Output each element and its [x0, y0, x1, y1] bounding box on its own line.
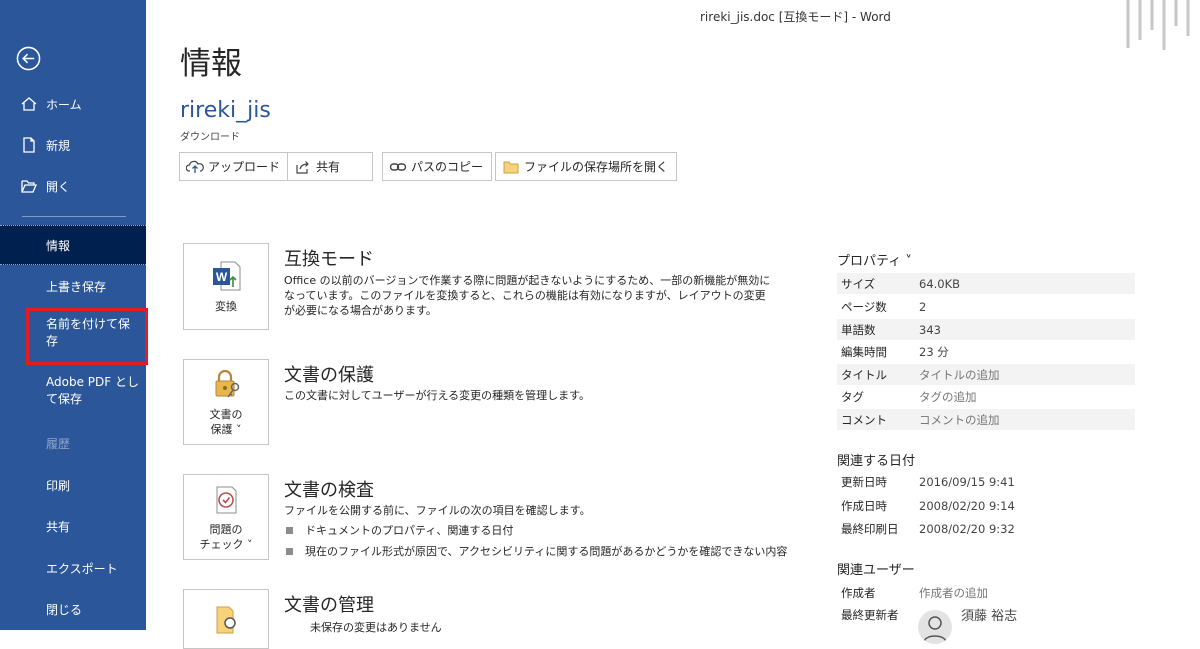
- property-edit-time: 編集時間 23 分: [841, 344, 949, 359]
- sidebar-item-label: 新規: [46, 138, 71, 153]
- sidebar-item-print[interactable]: 印刷: [0, 465, 146, 505]
- window-title: rireki_jis.doc [互換モード] - Word: [700, 10, 891, 24]
- open-location-button[interactable]: ファイルの保存場所を開く: [495, 152, 678, 181]
- manage-document-title: 文書の管理: [284, 595, 374, 616]
- link-icon: [389, 159, 407, 175]
- document-name: rireki_jis: [180, 98, 271, 123]
- date-created: 作成日時 2008/02/20 9:14: [841, 498, 1015, 513]
- share-button[interactable]: 共有: [287, 152, 373, 181]
- share-icon: [294, 159, 312, 175]
- sidebar-item-share[interactable]: 共有: [0, 506, 146, 546]
- inspect-document-icon: [216, 486, 237, 514]
- back-arrow-icon[interactable]: [16, 46, 41, 71]
- protect-document-title: 文書の保護: [284, 365, 374, 386]
- sidebar-item-new[interactable]: 新規: [0, 125, 146, 165]
- sidebar-item-label: 上書き保存: [46, 279, 107, 294]
- inspect-document-title: 文書の検査: [284, 480, 374, 501]
- folder-icon: [502, 159, 520, 175]
- compat-mode-title: 互換モード: [284, 249, 374, 270]
- sidebar-item-save-as-pdf[interactable]: Adobe PDF とし て保存: [0, 374, 146, 422]
- protect-label-line1: 文書の: [209, 408, 243, 421]
- sidebar-item-label: 共有: [46, 519, 71, 534]
- compat-mode-description: Office の以前のバージョンで作業する際に問題が起きないようにするため、一部…: [284, 274, 771, 317]
- home-icon: [20, 95, 38, 113]
- related-users-heading: 関連ユーザー: [837, 563, 915, 578]
- avatar: [918, 610, 952, 644]
- check-label-line1: 問題の: [209, 523, 243, 536]
- property-comments[interactable]: コメント コメントの追加: [837, 409, 1135, 430]
- protect-label-line2: 保護 ˅: [210, 423, 242, 436]
- user-last-modified-by: 最終更新者 須藤 裕志: [841, 607, 1018, 625]
- sidebar-item-save[interactable]: 上書き保存: [0, 266, 146, 306]
- property-title[interactable]: タイトル タイトルの追加: [837, 364, 1135, 385]
- sidebar-item-info[interactable]: 情報: [0, 225, 146, 265]
- open-location-label: ファイルの保存場所を開く: [524, 160, 669, 174]
- protect-document-description: この文書に対してユーザーが行える変更の種類を管理します。: [284, 389, 591, 402]
- property-pages: ページ数 2: [841, 299, 927, 314]
- protect-document-button[interactable]: 文書の 保護 ˅: [183, 359, 269, 445]
- copy-path-label: パスのコピー: [411, 160, 484, 174]
- copy-path-button[interactable]: パスのコピー: [382, 152, 493, 181]
- manage-document-description: 未保存の変更はありません: [310, 621, 442, 634]
- property-size: サイズ 64.0KB: [837, 273, 1135, 294]
- sidebar-item-close[interactable]: 閉じる: [0, 589, 146, 629]
- sidebar-item-label: 情報: [46, 238, 71, 253]
- manage-document-button[interactable]: [183, 589, 269, 649]
- sidebar-item-label: ホーム: [46, 97, 82, 112]
- inspect-bullet-accessibility: 現在のファイル形式が原因で、アクセシビリティに関する問題があるかどうかを確認でき…: [286, 543, 787, 559]
- upload-label: アップロード: [208, 160, 281, 174]
- date-last-printed: 最終印刷日 2008/02/20 9:32: [841, 521, 1015, 536]
- lock-key-icon: [215, 369, 240, 398]
- upload-button[interactable]: アップロード: [179, 152, 290, 181]
- bullet-square: [286, 526, 293, 534]
- sidebar-item-label: 履歴: [46, 436, 71, 451]
- share-label: 共有: [316, 160, 341, 174]
- sidebar-item-label: 印刷: [46, 478, 71, 493]
- related-dates-heading: 関連する日付: [837, 454, 916, 469]
- check-issues-button[interactable]: 問題の チェック ˅: [183, 474, 269, 560]
- date-modified: 更新日時 2016/09/15 9:41: [841, 474, 1015, 489]
- sidebar-item-label: 閉じる: [46, 602, 83, 617]
- properties-heading[interactable]: プロパティ ˅: [837, 250, 912, 269]
- convert-label: 変換: [215, 300, 237, 313]
- user-author[interactable]: 作成者 作成者の追加: [837, 582, 1135, 603]
- new-document-icon: [20, 136, 38, 154]
- sidebar-item-export[interactable]: エクスポート: [0, 548, 146, 588]
- property-words: 単語数 343: [837, 319, 1135, 340]
- sidebar-item-label: Adobe PDF とし て保存: [46, 375, 139, 406]
- sidebar-item-open[interactable]: 開く: [0, 166, 146, 206]
- sidebar-item-label: エクスポート: [46, 561, 118, 576]
- property-tags[interactable]: タグ タグの追加: [837, 386, 1135, 407]
- sidebar-item-home[interactable]: ホーム: [0, 84, 146, 124]
- sidebar-divider: [22, 216, 126, 217]
- svg-text:W: W: [216, 270, 228, 284]
- convert-button[interactable]: W 変換: [183, 243, 269, 330]
- person-icon: [923, 616, 947, 643]
- document-location: ダウンロード: [180, 132, 240, 143]
- page-title: 情報: [180, 46, 242, 82]
- save-as-highlight-frame: [26, 308, 148, 365]
- bullet-square: [286, 547, 293, 555]
- word-convert-icon: W: [213, 261, 241, 291]
- upload-icon: [186, 159, 204, 175]
- check-label-line2: チェック ˅: [199, 538, 253, 551]
- inspect-bullet-properties: ドキュメントのプロパティ、関連する日付: [286, 522, 513, 538]
- sidebar-item-label: 開く: [46, 179, 71, 194]
- open-folder-icon: [20, 177, 38, 195]
- inspect-document-description: ファイルを公開する前に、ファイルの次の項目を確認します。: [284, 504, 591, 517]
- sidebar-item-history: 履歴: [0, 423, 146, 463]
- decorative-lines: [1126, 0, 1190, 50]
